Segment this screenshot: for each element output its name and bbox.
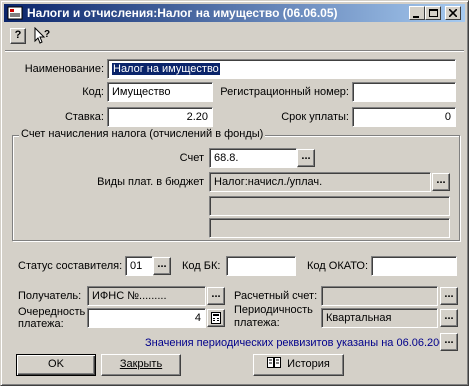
rate-input[interactable]: 2.20	[107, 107, 213, 127]
kbk-input[interactable]	[226, 256, 296, 276]
history-button[interactable]: История	[253, 354, 344, 376]
compiler-status-input[interactable]: 01	[125, 256, 153, 276]
maximize-icon	[428, 9, 438, 17]
period-input[interactable]: Квартальная	[321, 308, 438, 328]
periodic-values-button[interactable]: ...	[440, 333, 458, 351]
code-label: Код:	[82, 86, 104, 98]
help-icon: ?	[14, 29, 22, 41]
term-input[interactable]: 0	[352, 107, 456, 127]
account-group-title: Счет начисления налога (отчислений в фон…	[19, 128, 266, 140]
period-select-button[interactable]: ...	[440, 309, 458, 327]
paytypes-select-button[interactable]: ...	[432, 173, 450, 191]
recipient-input[interactable]: ИФНС №.........	[87, 286, 206, 306]
maximize-button[interactable]	[425, 6, 441, 20]
paytypes-extra-1	[209, 196, 450, 216]
compiler-status-label: Статус составителя:	[18, 260, 123, 272]
regnum-label: Регистрационный номер:	[220, 86, 349, 98]
help-button[interactable]: ?	[10, 28, 26, 44]
title-bar[interactable]: Налоги и отчисления:Налог на имущество (…	[4, 4, 465, 22]
history-label: История	[287, 358, 330, 370]
history-icon	[267, 357, 282, 368]
order-calculator-button[interactable]	[207, 309, 225, 327]
close-dialog-label: Закрыть	[119, 358, 163, 370]
period-label-line2: платежа:	[234, 317, 280, 329]
code-input[interactable]: Имущество	[107, 82, 213, 102]
settlement-account-label: Расчетный счет:	[234, 290, 318, 302]
app-icon	[7, 6, 23, 20]
order-input[interactable]: 4	[87, 308, 206, 328]
compiler-status-select-button[interactable]: ...	[153, 257, 171, 275]
toolbar-separator	[5, 50, 464, 52]
kbk-label: Код БК:	[182, 260, 221, 272]
svg-text:?: ?	[44, 29, 50, 40]
term-label: Срок уплаты:	[281, 111, 349, 123]
whats-this-icon[interactable]: ?	[33, 27, 53, 45]
calculator-icon	[211, 312, 221, 324]
recipient-select-button[interactable]: ...	[207, 287, 225, 305]
account-select-button[interactable]: ...	[297, 149, 315, 167]
regnum-input[interactable]	[352, 82, 456, 102]
account-input[interactable]: 68.8.	[209, 148, 297, 168]
close-button[interactable]	[445, 6, 461, 20]
rate-label: Ставка:	[64, 111, 104, 123]
account-label: Счет	[179, 152, 204, 164]
minimize-icon	[413, 16, 419, 18]
paytypes-input[interactable]: Налог:начисл./уплач.	[209, 172, 431, 192]
settlement-account-input[interactable]	[321, 286, 438, 306]
order-label-line2: платежа:	[18, 318, 64, 330]
minimize-button[interactable]	[409, 6, 425, 20]
close-icon	[448, 8, 458, 18]
name-input[interactable]: Налог на имущество	[107, 59, 456, 79]
order-label-line1: Очередность	[18, 306, 86, 318]
okato-label: Код ОКАТО:	[307, 260, 369, 272]
okato-input[interactable]	[371, 256, 457, 276]
periodic-values-link[interactable]: Значения периодических реквизитов указан…	[145, 337, 452, 349]
period-label-line1: Периодичность	[234, 304, 313, 316]
dialog-window: Налоги и отчисления:Налог на имущество (…	[0, 0, 469, 386]
paytypes-extra-2	[209, 218, 450, 238]
window-title: Налоги и отчисления:Налог на имущество (…	[27, 6, 338, 20]
ok-button[interactable]: OK	[16, 354, 96, 376]
paytypes-label: Виды плат. в бюджет	[97, 176, 204, 188]
close-dialog-button[interactable]: Закрыть	[101, 354, 181, 376]
recipient-label: Получатель:	[18, 290, 82, 302]
settlement-account-select-button[interactable]: ...	[440, 287, 458, 305]
name-label: Наименование:	[24, 63, 104, 75]
